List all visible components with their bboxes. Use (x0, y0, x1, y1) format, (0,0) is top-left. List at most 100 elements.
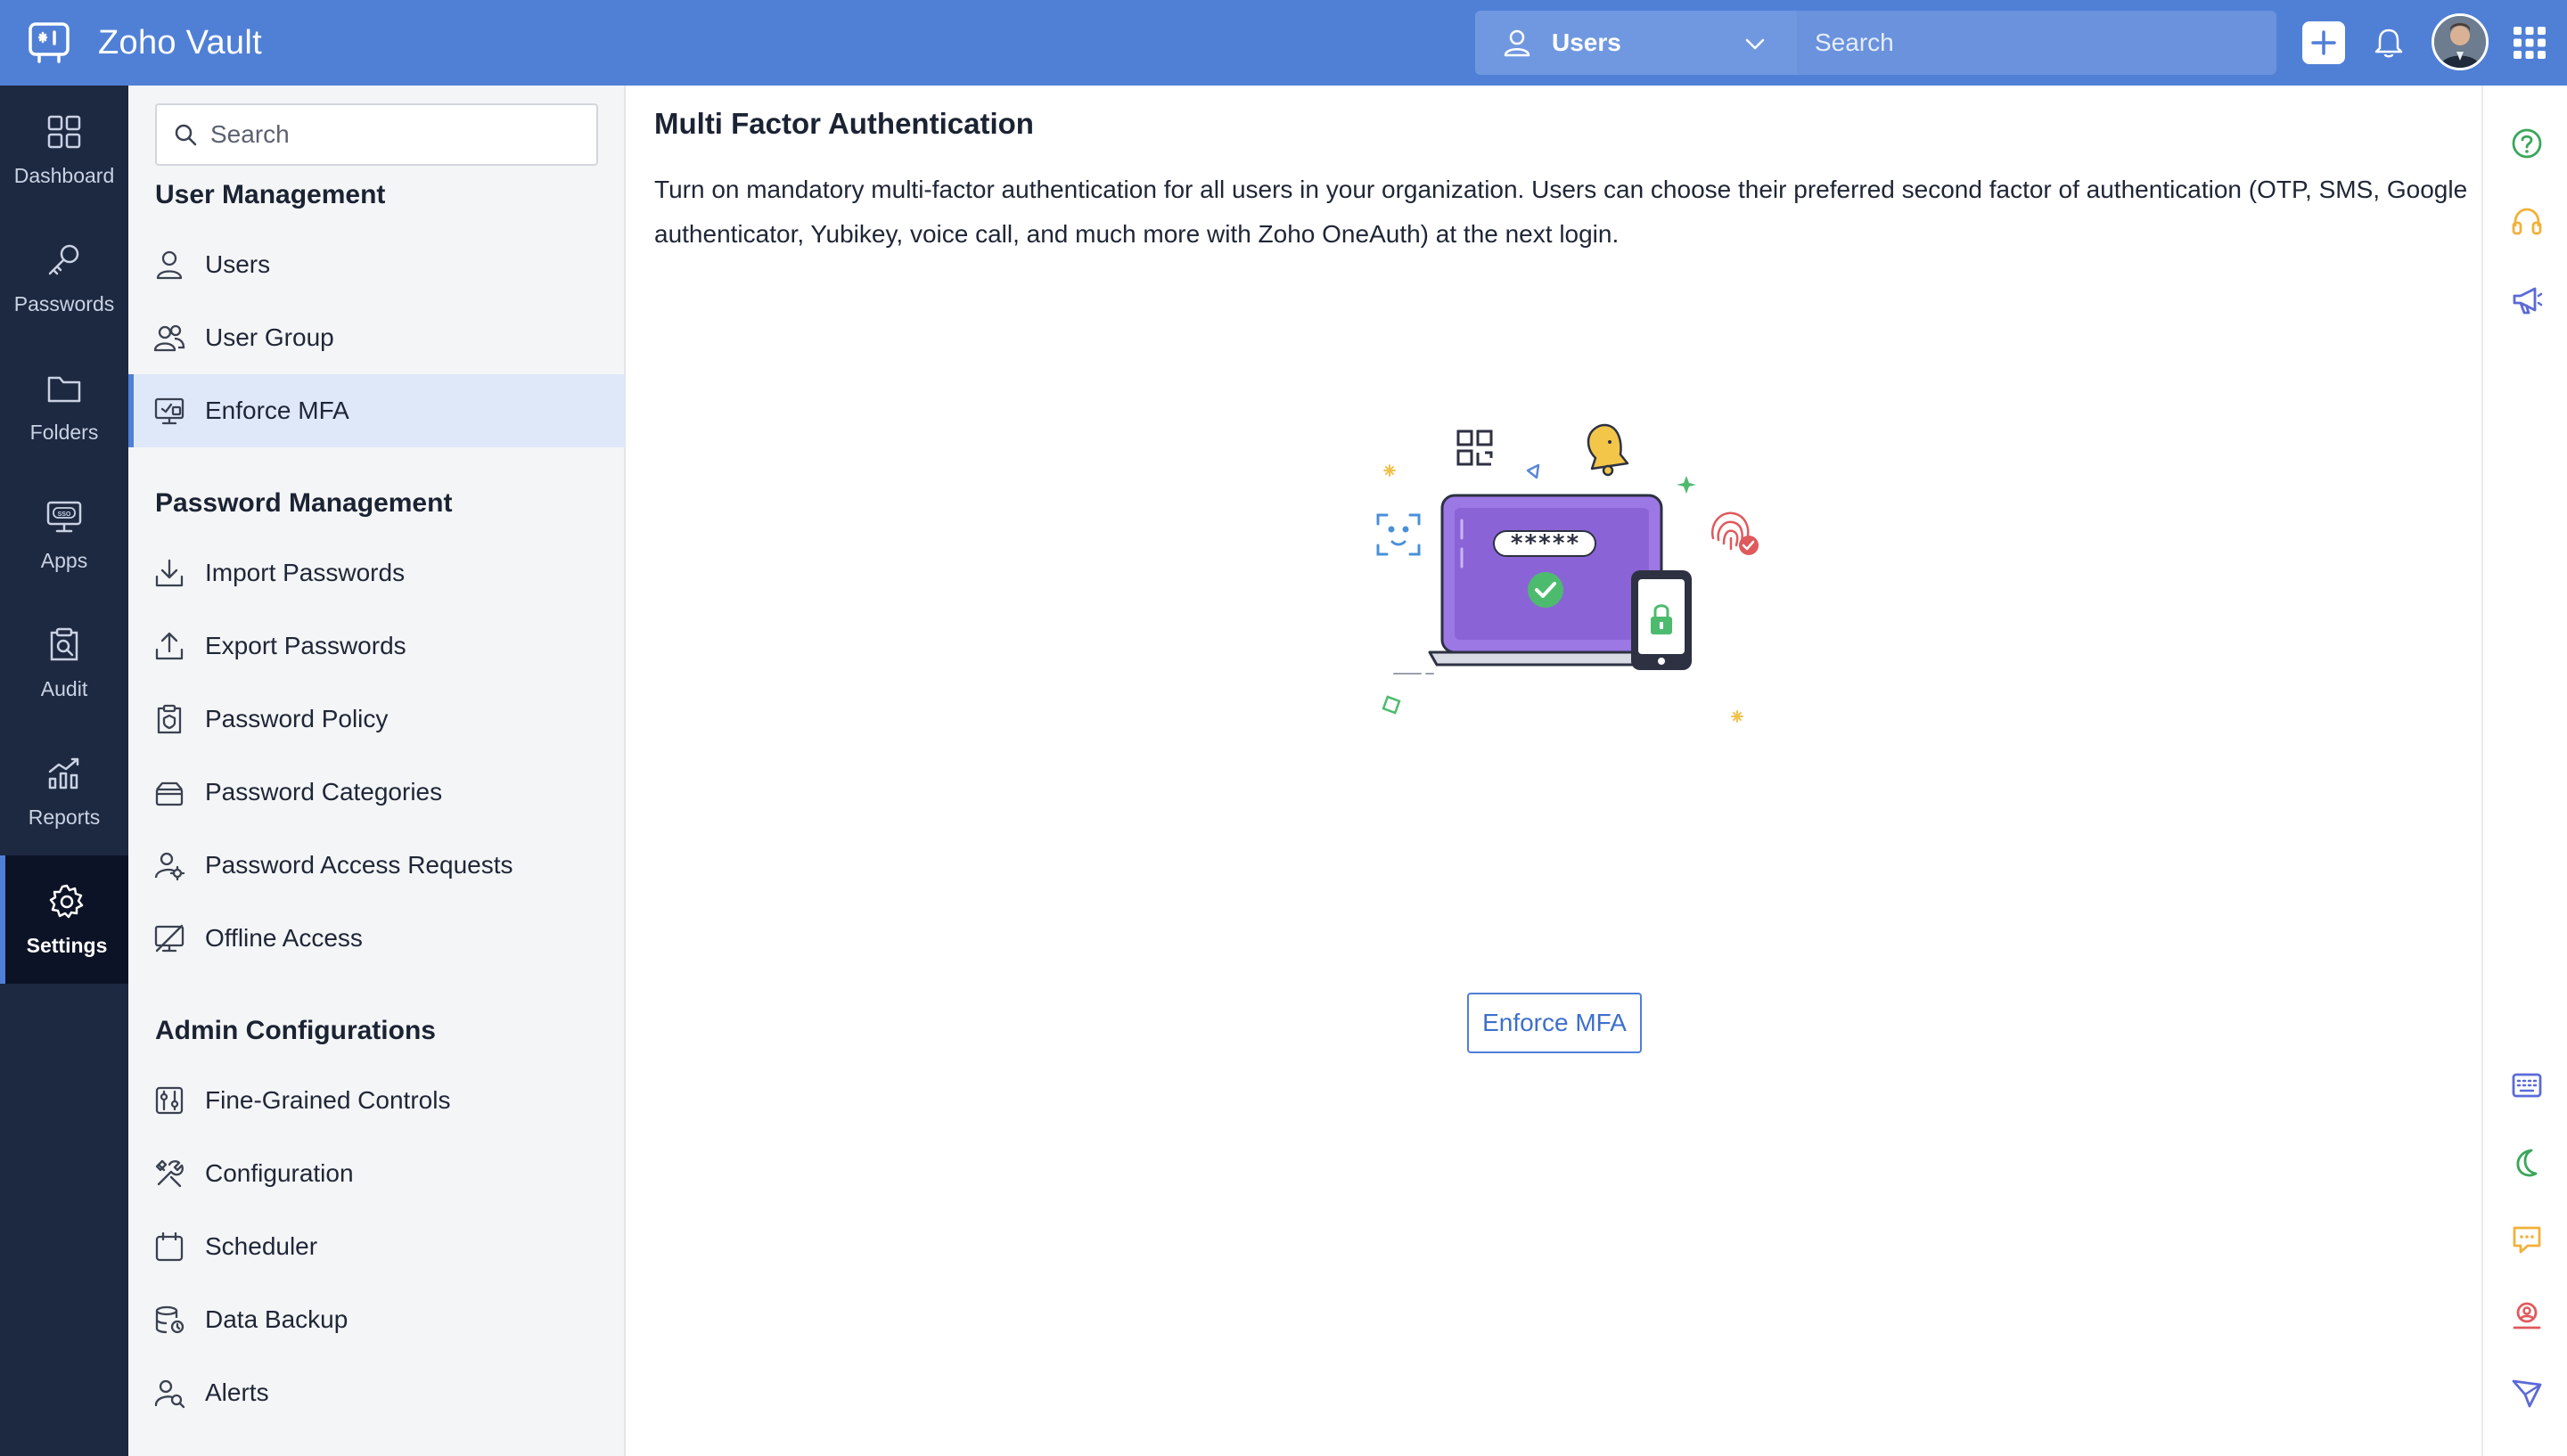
sidebar-item-label: Users (205, 250, 271, 278)
svg-text:SSO: SSO (58, 511, 71, 518)
help-icon[interactable] (2510, 127, 2544, 160)
settings-sidebar: User Management Users User Group Enforce… (128, 86, 626, 1456)
app-grid-icon[interactable] (2514, 27, 2546, 59)
database-backup-icon (155, 1305, 185, 1334)
module-selector[interactable]: Users (1475, 11, 1797, 75)
nav-reports-label: Reports (28, 805, 101, 829)
megaphone-icon[interactable] (2510, 283, 2544, 317)
chat-icon[interactable] (2510, 1223, 2544, 1256)
search-icon (175, 124, 197, 146)
tools-icon (155, 1159, 184, 1188)
user-photo-icon (2434, 16, 2486, 68)
module-selector-label: Users (1552, 29, 1621, 56)
sidebar-item-configuration[interactable]: Configuration (128, 1137, 626, 1210)
page-description: Turn on mandatory multi-factor authentic… (654, 176, 2468, 248)
brand[interactable]: Zoho Vault (27, 18, 262, 68)
sidebar-item-alerts[interactable]: Alerts (128, 1356, 626, 1429)
global-search-input[interactable] (1797, 11, 2276, 75)
nav-passwords-label: Passwords (13, 291, 115, 315)
sidebar-item-export-passwords[interactable]: Export Passwords (128, 609, 626, 683)
sidebar-item-import-passwords[interactable]: Import Passwords (128, 536, 626, 609)
download-icon (155, 559, 184, 587)
nav-folders[interactable]: Folders (0, 342, 128, 470)
chevron-down-icon (1745, 38, 1765, 50)
sidebar-search-input[interactable] (198, 105, 596, 164)
sidebar-item-label: Import Passwords (205, 559, 406, 586)
nav-dashboard[interactable]: Dashboard (0, 86, 128, 214)
qr-code-icon (1456, 429, 1493, 466)
mfa-illustration: ***** (1376, 423, 1759, 723)
nav-apps-label: Apps (40, 548, 88, 572)
sidebar-item-label: Configuration (205, 1159, 354, 1187)
utility-rail (2481, 86, 2567, 1456)
nav-audit[interactable]: Audit (0, 599, 128, 727)
sidebar-item-fine-grained-controls[interactable]: Fine-Grained Controls (128, 1064, 626, 1137)
sso-icon: SSO (46, 501, 82, 532)
phone-icon (1631, 570, 1692, 670)
section-title-admin-configurations: Admin Configurations (155, 1016, 436, 1045)
global-search (1797, 11, 2276, 75)
user-settings-icon (154, 852, 185, 881)
illustration-password-text: ***** (1510, 530, 1579, 557)
offline-monitor-icon (154, 924, 185, 953)
send-feedback-icon[interactable] (2510, 1376, 2544, 1410)
sidebar-item-password-policy[interactable]: Password Policy (128, 683, 626, 756)
sidebar-item-offline-access[interactable]: Offline Access (128, 902, 626, 975)
section-title-password-management: Password Management (155, 488, 453, 518)
nav-settings-label: Settings (26, 933, 108, 957)
sidebar-item-password-access-requests[interactable]: Password Access Requests (128, 829, 626, 902)
dark-mode-icon[interactable] (2510, 1146, 2544, 1180)
sidebar-item-label: Offline Access (205, 924, 363, 952)
sidebar-item-label: Export Passwords (205, 632, 406, 659)
headset-icon[interactable] (2510, 205, 2544, 239)
nav-audit-label: Audit (40, 676, 88, 700)
nav-settings[interactable]: Settings (0, 855, 128, 984)
top-bar: Zoho Vault Users (0, 0, 2567, 86)
bell-icon (1587, 423, 1629, 477)
audit-icon (50, 627, 78, 660)
reports-icon (48, 757, 79, 789)
add-button[interactable] (2302, 21, 2345, 64)
nav-folders-label: Folders (29, 420, 99, 444)
app-name: Zoho Vault (98, 23, 262, 61)
categories-icon (155, 781, 184, 806)
nav-passwords[interactable]: Passwords (0, 214, 128, 342)
nav-dashboard-label: Dashboard (13, 163, 115, 187)
sidebar-item-data-backup[interactable]: Data Backup (128, 1283, 626, 1356)
sidebar-item-label: User Group (205, 323, 334, 351)
sidebar-item-user-group[interactable]: User Group (128, 301, 626, 374)
user-group-icon (153, 324, 185, 352)
user-location-icon[interactable] (2510, 1299, 2544, 1333)
face-id-icon (1376, 513, 1421, 556)
avatar[interactable] (2432, 13, 2489, 70)
notification-bell-icon[interactable] (2371, 25, 2407, 61)
policy-icon (157, 704, 182, 734)
upload-icon (155, 632, 184, 660)
sidebar-search (155, 103, 598, 166)
controls-icon (155, 1086, 184, 1115)
mfa-monitor-icon (154, 397, 185, 425)
user-icon (156, 250, 183, 280)
zoho-vault-logo-icon (29, 22, 70, 63)
sidebar-item-label: Alerts (205, 1378, 269, 1406)
page-title: Multi Factor Authentication (654, 107, 1034, 140)
dashboard-icon (47, 115, 81, 148)
nav-apps[interactable]: SSO Apps (0, 470, 128, 599)
enforce-mfa-button[interactable]: Enforce MFA (1467, 993, 1642, 1053)
sidebar-item-label: Data Backup (205, 1305, 349, 1333)
sidebar-item-users[interactable]: Users (128, 228, 626, 301)
sidebar-item-label: Password Categories (205, 778, 443, 806)
section-title-user-management: User Management (155, 180, 386, 209)
sidebar-item-label: Scheduler (205, 1232, 318, 1260)
plus-icon (2311, 30, 2336, 55)
folder-icon (47, 376, 81, 402)
sidebar-item-enforce-mfa[interactable]: Enforce MFA (128, 374, 626, 447)
sidebar-item-password-categories[interactable]: Password Categories (128, 756, 626, 829)
nav-reports[interactable]: Reports (0, 727, 128, 855)
sidebar-item-scheduler[interactable]: Scheduler (128, 1210, 626, 1283)
sidebar-item-label: Password Access Requests (205, 851, 513, 879)
sidebar-item-label: Password Policy (205, 705, 389, 732)
main-nav-rail: Dashboard Passwords Folders SSO Apps Aud… (0, 86, 128, 1456)
key-icon (48, 244, 79, 274)
keyboard-shortcuts-icon[interactable] (2510, 1069, 2544, 1103)
